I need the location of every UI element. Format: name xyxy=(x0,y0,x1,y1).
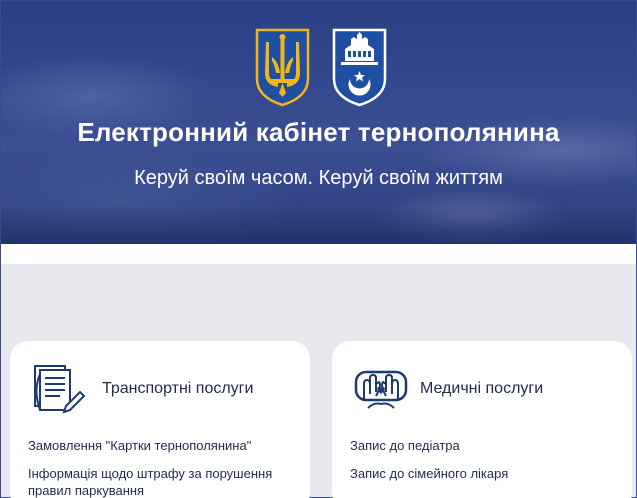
card-title: Транспортні послуги xyxy=(102,380,254,397)
hero-banner: Електронний кабінет тернополянина Керуй … xyxy=(1,1,636,244)
service-link-family-doctor[interactable]: Запис до сімейного лікаря xyxy=(350,465,614,482)
service-link-parking-fine[interactable]: Інформація щодо штрафу за порушення прав… xyxy=(28,465,292,498)
page-subtitle: Керуй своїм часом. Керуй своїм життям xyxy=(134,167,503,189)
hands-heart-icon xyxy=(354,370,408,409)
service-link-resident-card[interactable]: Замовлення "Картки тернополянина" xyxy=(28,437,292,454)
emblems xyxy=(254,27,388,107)
card-title: Медичні послуги xyxy=(420,380,544,397)
medical-services-card: Медичні послуги Запис до педіатра Запис … xyxy=(332,341,632,498)
page-title: Електронний кабінет тернополянина xyxy=(77,117,560,147)
content-top-strip xyxy=(1,244,636,264)
card-header: Медичні послуги xyxy=(350,341,614,437)
card-header: Транспортні послуги xyxy=(28,341,292,437)
service-link-pediatrician[interactable]: Запис до педіатра xyxy=(350,437,614,454)
ternopil-coat-of-arms-icon xyxy=(332,28,387,107)
medical-links-list: Запис до педіатра Запис до сімейного лік… xyxy=(350,437,614,482)
ukraine-coat-of-arms-icon xyxy=(255,28,310,107)
documents-pen-icon xyxy=(34,365,86,414)
hero-background-lights xyxy=(1,206,636,244)
transport-links-list: Замовлення "Картки тернополянина" Інформ… xyxy=(28,437,292,498)
transport-services-card: Транспортні послуги Замовлення "Картки т… xyxy=(10,341,310,498)
